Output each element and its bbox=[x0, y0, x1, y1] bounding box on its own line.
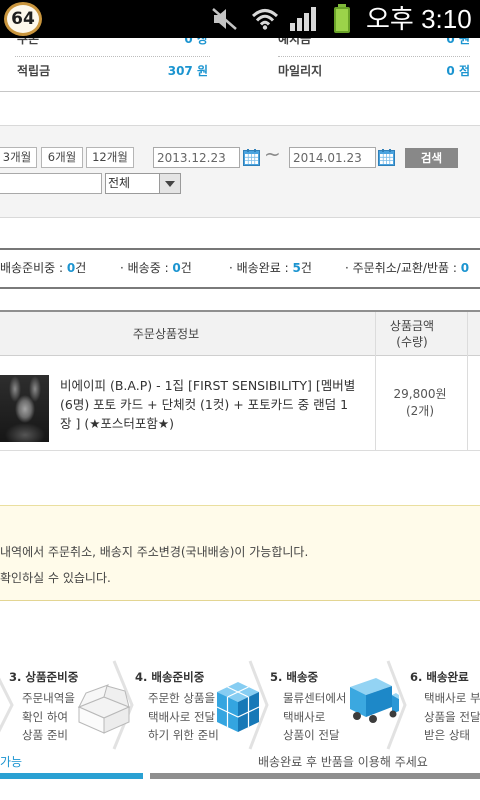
status-bar: 64 오후 3:10 bbox=[0, 0, 480, 38]
step-description: 주문한 상품을 택배사로 전달 하기 위한 준비 bbox=[148, 689, 218, 745]
header-product-info: 주문상품정보 bbox=[132, 327, 200, 341]
calendar-icon[interactable] bbox=[243, 149, 260, 166]
box-icon bbox=[77, 684, 131, 734]
points-value[interactable]: 307 원 bbox=[128, 63, 208, 79]
product-title-line: (6명) 포토 카드 + 단체컷 (1컷) + 포토카드 중 랜덤 1 bbox=[60, 397, 349, 412]
signal-icon bbox=[290, 7, 316, 31]
clock: 오후 3:10 bbox=[366, 4, 472, 34]
return-note-right: 배송완료 후 반품을 이용해 주세요 bbox=[258, 755, 428, 769]
status-label: · 배송중 : bbox=[120, 261, 173, 275]
select-arrow-button[interactable] bbox=[159, 174, 180, 193]
step-desc-line: 택배사로 전달 bbox=[148, 709, 216, 724]
battery-icon bbox=[334, 4, 350, 33]
return-note-left: 가능 bbox=[0, 755, 23, 769]
keyword-input[interactable] bbox=[0, 173, 102, 194]
status-in-transit[interactable]: · 배송중 : 0건 bbox=[120, 260, 225, 276]
chevron-down-icon bbox=[165, 181, 175, 187]
step-desc-line: 상품이 전달 bbox=[283, 728, 340, 742]
step-desc-line: 상품을 전달 bbox=[424, 709, 480, 724]
order-search-filter bbox=[0, 125, 480, 218]
product-quantity: (2개) bbox=[405, 404, 435, 418]
header-amount: 상품금액 bbox=[389, 319, 435, 333]
status-cancel-exchange-return[interactable]: · 주문취소/교환/반품 : 0 bbox=[345, 260, 480, 276]
step-desc-line: 받은 상태 bbox=[424, 728, 470, 742]
step-number: 6. bbox=[410, 670, 423, 684]
wifi-icon bbox=[251, 9, 279, 30]
status-count: 0 bbox=[172, 261, 181, 275]
step-desc-line: 확인 하여 bbox=[22, 709, 68, 724]
order-status-select[interactable]: 전체 bbox=[105, 173, 181, 194]
notice-line: 확인하실 수 있습니다. bbox=[0, 571, 111, 585]
order-status-select-value: 전체 bbox=[108, 176, 131, 190]
status-count: 5 bbox=[292, 261, 301, 275]
notice-line: 내역에서 주문취소, 배송지 주소변경(국내배송)이 가능합니다. bbox=[0, 545, 309, 559]
step-desc-line: 택배사로 bbox=[283, 709, 326, 724]
header-quantity: (수량) bbox=[396, 335, 428, 349]
step-title-text: 배송중 bbox=[286, 670, 319, 684]
calendar-icon[interactable] bbox=[378, 149, 395, 166]
mute-icon bbox=[212, 8, 237, 30]
step-title-text: 배송준비중 bbox=[151, 670, 205, 684]
status-label: · 배송완료 : bbox=[229, 261, 293, 275]
step-desc-line: 택배사로 부 bbox=[424, 691, 480, 705]
app-notification-icon[interactable]: 64 bbox=[4, 2, 42, 36]
product-price: 29,800원 bbox=[393, 387, 447, 401]
delivery-status-summary: 배송준비중 : 0건 · 배송중 : 0건 · 배송완료 : 5건 · 주문취소… bbox=[0, 248, 480, 289]
status-unit: 건 bbox=[300, 261, 312, 275]
step-desc-line: 상품 준비 bbox=[22, 728, 68, 742]
status-delivered[interactable]: · 배송완료 : 5건 bbox=[229, 260, 341, 276]
summary-divider bbox=[278, 56, 470, 57]
summary-divider bbox=[15, 56, 210, 57]
step-description: 주문내역을 확인 하여 상품 준비 bbox=[22, 689, 78, 745]
product-thumbnail[interactable] bbox=[0, 375, 49, 442]
step-number: 4. bbox=[135, 670, 148, 684]
cube-icon bbox=[216, 682, 260, 732]
section-divider bbox=[0, 91, 480, 92]
step-description: 물류센터에서 택배사로 상품이 전달 bbox=[283, 689, 349, 745]
mileage-label: 마일리지 bbox=[278, 64, 323, 78]
search-button[interactable]: 검색 bbox=[405, 148, 458, 168]
product-title-link[interactable]: 비에이피 (B.A.P) - 1집 [FIRST SENSIBILITY] [멤… bbox=[60, 376, 372, 433]
step-title-delivered: 6. 배송완료 bbox=[410, 670, 480, 684]
status-label: · 주문취소/교환/반품 : bbox=[345, 261, 461, 275]
step-description: 택배사로 부 상품을 전달 받은 상태 bbox=[424, 689, 480, 745]
status-unit: 건 bbox=[180, 261, 192, 275]
step-number: 5. bbox=[270, 670, 283, 684]
status-unit: 건 bbox=[75, 261, 87, 275]
column-divider bbox=[375, 312, 376, 451]
step-desc-line: 하기 위한 준비 bbox=[148, 728, 218, 742]
period-6-months-button[interactable]: 6개월 bbox=[41, 147, 83, 168]
step-number: 3. bbox=[9, 670, 22, 684]
truck-icon bbox=[350, 678, 399, 723]
status-preparing-shipment[interactable]: 배송준비중 : 0건 bbox=[0, 260, 118, 276]
product-title-line: 장 ] (★포스터포함★) bbox=[60, 416, 174, 431]
step-desc-line: 주문한 상품을 bbox=[148, 691, 216, 705]
status-count: 0 bbox=[460, 261, 470, 275]
end-date-input[interactable] bbox=[289, 147, 376, 168]
period-12-months-button[interactable]: 12개월 bbox=[86, 147, 134, 168]
mileage-value[interactable]: 0 점 bbox=[390, 63, 470, 79]
product-title-line: 비에이피 (B.A.P) - 1집 [FIRST SENSIBILITY] [멤… bbox=[60, 378, 356, 393]
status-label: 배송준비중 : bbox=[0, 261, 67, 275]
date-range-separator: ~ bbox=[264, 142, 281, 166]
period-3-months-button[interactable]: 3개월 bbox=[0, 147, 37, 168]
step-title-text: 상품준비중 bbox=[25, 670, 79, 684]
tab-indicator-inactive bbox=[150, 773, 480, 779]
page: 64 오후 3:10 쿠폰 0 장 예치금 0 원 적립금 307 원 마일리지… bbox=[0, 0, 480, 800]
column-divider bbox=[467, 312, 468, 451]
step-desc-line: 주문내역을 bbox=[22, 691, 75, 705]
step-title-text: 배송완료 bbox=[426, 670, 469, 684]
status-count: 0 bbox=[66, 261, 76, 275]
start-date-input[interactable] bbox=[153, 147, 240, 168]
step-desc-line: 물류센터에서 bbox=[283, 691, 347, 705]
points-label: 적립금 bbox=[17, 64, 51, 78]
tab-indicator-active bbox=[0, 773, 143, 779]
